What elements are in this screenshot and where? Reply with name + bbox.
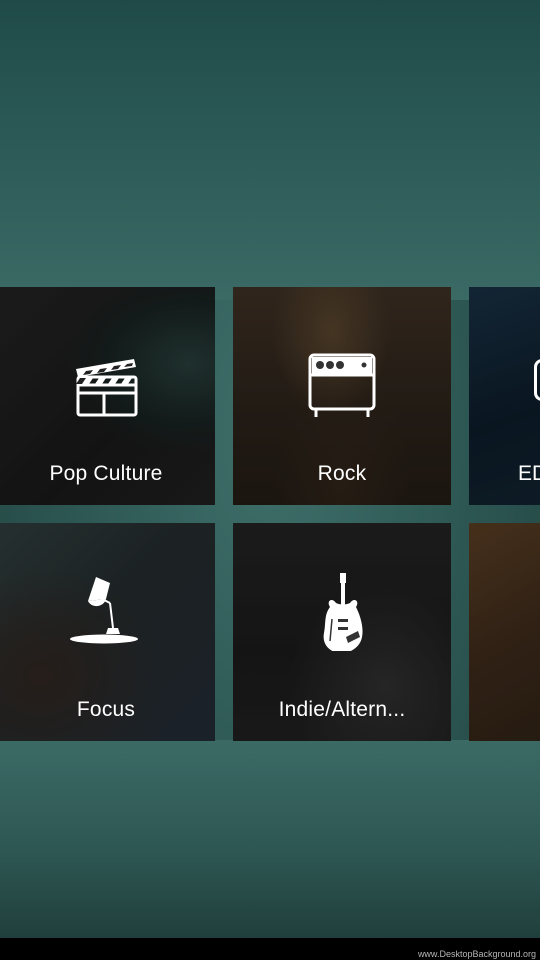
- clapperboard-icon: [76, 359, 138, 417]
- category-label: ED: [518, 462, 540, 485]
- category-label: Indie/Altern...: [278, 698, 406, 721]
- watermark: www.DesktopBackground.org: [417, 949, 536, 959]
- partial-icon: [534, 359, 540, 401]
- category-tile-rock[interactable]: Rock: [233, 287, 451, 505]
- desk-lamp-icon: [70, 577, 138, 644]
- category-tile-focus[interactable]: Focus: [0, 523, 215, 741]
- electric-guitar-icon: [323, 573, 363, 651]
- category-label: Pop Culture: [49, 462, 163, 485]
- category-tile-edm[interactable]: ED: [469, 287, 540, 505]
- category-label: Focus: [76, 698, 136, 721]
- amplifier-icon: [308, 353, 376, 417]
- category-tile-pop-culture[interactable]: Pop Culture: [0, 287, 215, 505]
- background-bottom: [0, 740, 540, 938]
- background-top: [0, 0, 540, 300]
- category-tile-partial[interactable]: [469, 523, 540, 741]
- category-tile-indie-alternative[interactable]: Indie/Altern...: [233, 523, 451, 741]
- category-label: Rock: [317, 462, 367, 485]
